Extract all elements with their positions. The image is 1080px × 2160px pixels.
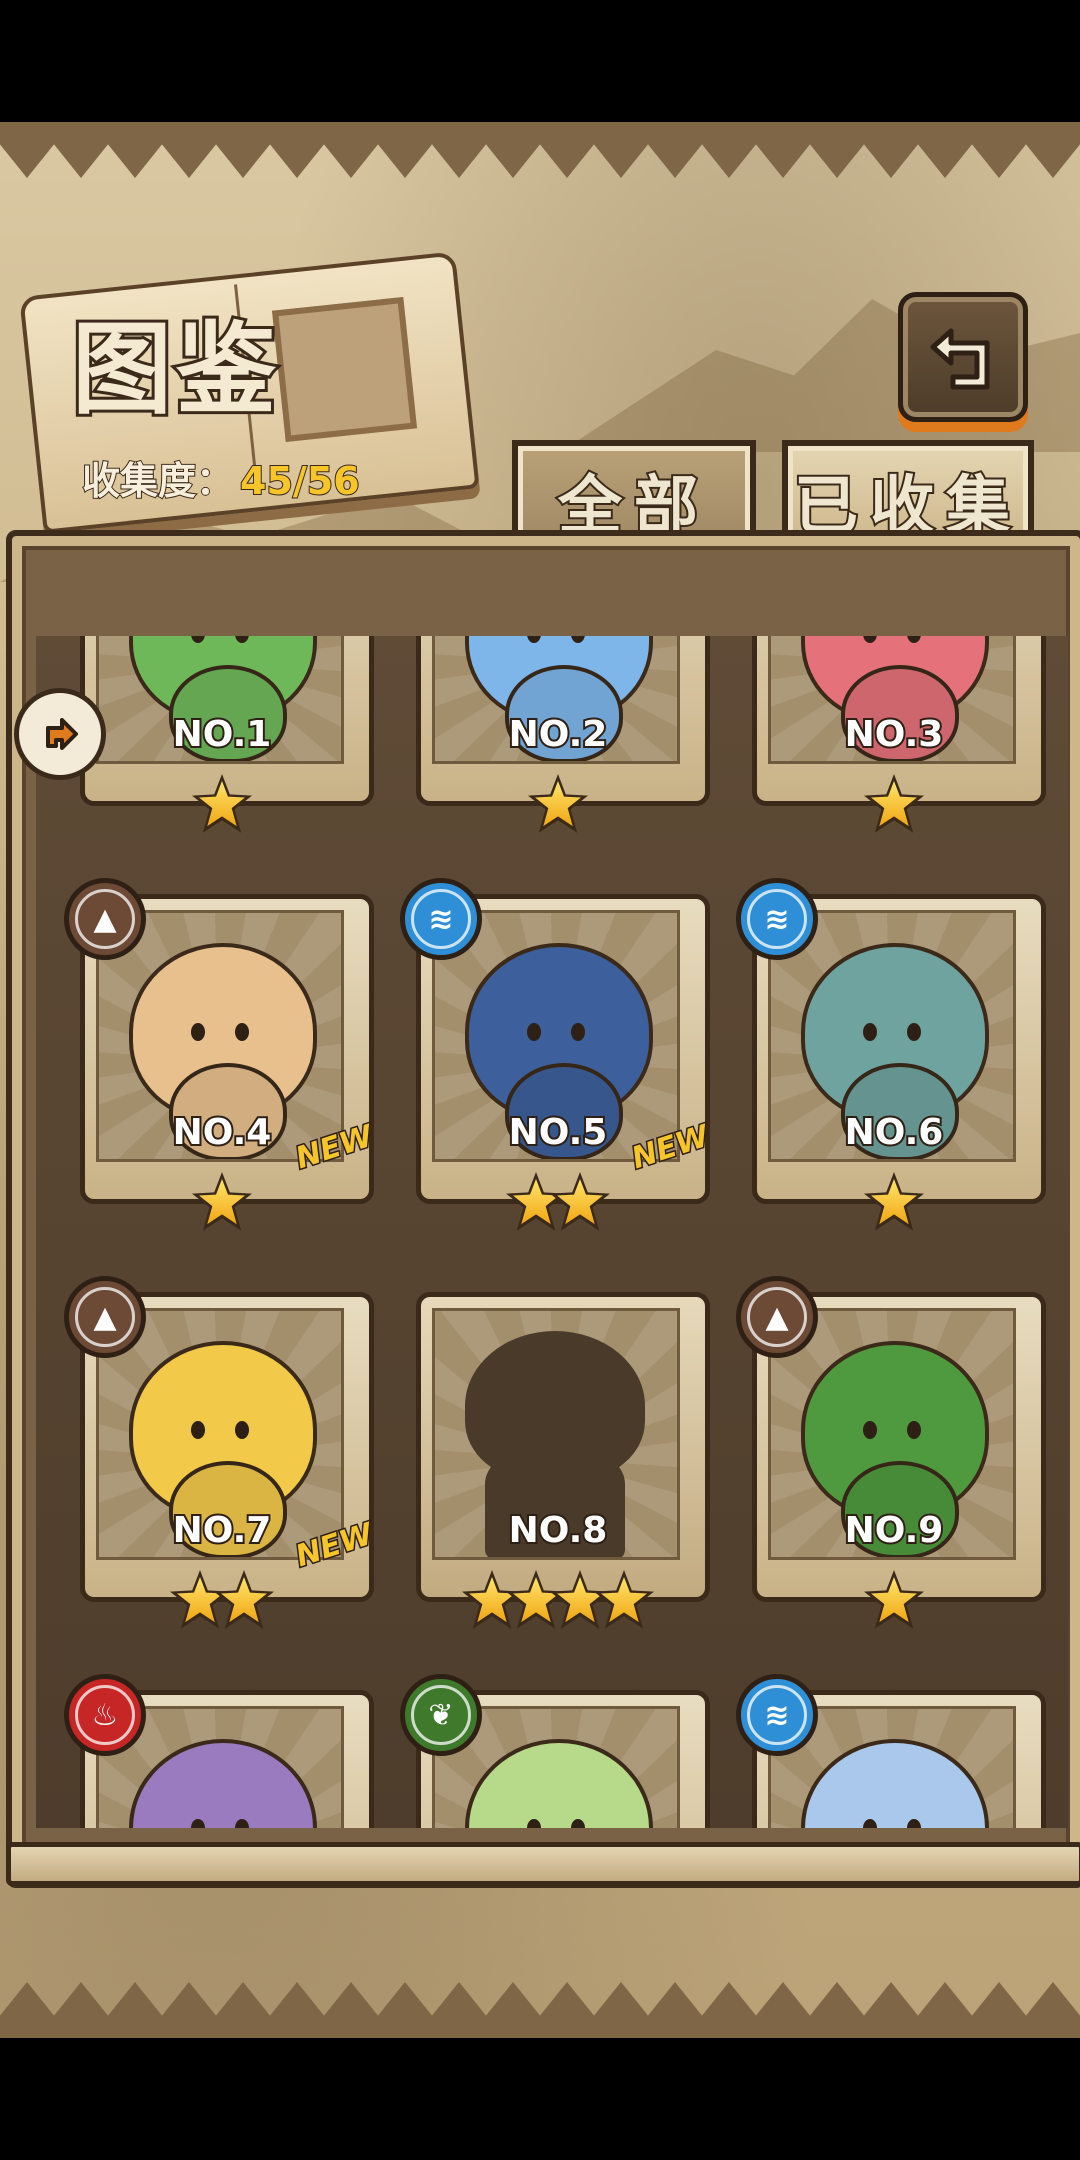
page-title: 图鉴 <box>69 307 280 431</box>
star-rating <box>752 774 1036 836</box>
monster-card[interactable]: NO.3 <box>752 636 1046 836</box>
card-number: NO.8 <box>507 1508 610 1553</box>
card-grid[interactable]: NO.1 NO.2 NO.3 NO.4 ▲ NEW NO.5 ≋ NEW NO.6 ≋ NO.7 ▲ NE… <box>36 636 1068 1828</box>
star-icon <box>528 774 588 834</box>
star-rating <box>80 1570 364 1632</box>
monster-card[interactable]: NO.6 ≋ <box>736 878 1046 1234</box>
jump-arrow-icon <box>46 718 78 750</box>
star-icon <box>192 774 252 834</box>
earth-element-icon: ▲ <box>736 1276 818 1358</box>
monster-card[interactable]: ♨ <box>64 1674 374 1828</box>
star-rating <box>416 1172 700 1234</box>
scroll-up-button[interactable] <box>14 688 106 780</box>
star-icon <box>594 1570 654 1630</box>
top-zigzag-border <box>0 122 1080 178</box>
star-rating <box>752 1570 1036 1632</box>
card-number: NO.1 <box>171 712 274 757</box>
monster-card[interactable]: NO.9 ▲ <box>736 1276 1046 1632</box>
collection-panel: NO.1 NO.2 NO.3 NO.4 ▲ NEW NO.5 ≋ NEW NO.6 ≋ NO.7 ▲ NE… <box>6 530 1080 1888</box>
star-rating <box>80 1172 364 1234</box>
star-rating <box>80 774 364 836</box>
monster-card[interactable]: NO.7 ▲ NEW <box>64 1276 379 1632</box>
card-number: NO.2 <box>507 712 610 757</box>
star-icon <box>214 1570 274 1630</box>
monster-card[interactable]: NO.1 <box>80 636 374 836</box>
grass-element-icon: ❦ <box>400 1674 482 1756</box>
collection-label: 收集度： <box>81 458 235 504</box>
star-icon <box>550 1172 610 1232</box>
monster-card[interactable]: NO.5 ≋ NEW <box>400 878 715 1234</box>
fire-element-icon: ♨ <box>64 1674 146 1756</box>
star-icon <box>864 774 924 834</box>
monster-card[interactable]: NO.4 ▲ NEW <box>64 878 379 1234</box>
card-number: NO.3 <box>843 712 946 757</box>
monster-card[interactable]: ≋ <box>736 1674 1046 1828</box>
star-rating <box>416 1570 700 1632</box>
monster-card[interactable]: ❦ <box>400 1674 710 1828</box>
star-icon <box>864 1570 924 1630</box>
star-icon <box>864 1172 924 1232</box>
monster-card[interactable]: NO.2 <box>416 636 710 836</box>
collection-value: 45/56 <box>239 458 361 504</box>
collection-progress: 收集度： 45/56 <box>81 450 361 505</box>
water-element-icon: ≋ <box>736 878 818 960</box>
star-rating <box>752 1172 1036 1234</box>
card-number: NO.9 <box>843 1508 946 1553</box>
star-rating <box>416 774 700 836</box>
panel-bottom-bar <box>6 1842 1080 1886</box>
card-number: NO.6 <box>843 1110 946 1155</box>
back-button[interactable] <box>898 292 1028 422</box>
water-element-icon: ≋ <box>736 1674 818 1756</box>
water-element-icon: ≋ <box>400 878 482 960</box>
earth-element-icon: ▲ <box>64 878 146 960</box>
star-icon <box>192 1172 252 1232</box>
return-arrow-icon <box>930 328 990 390</box>
earth-element-icon: ▲ <box>64 1276 146 1358</box>
monster-card[interactable]: NO.8 <box>416 1292 710 1632</box>
